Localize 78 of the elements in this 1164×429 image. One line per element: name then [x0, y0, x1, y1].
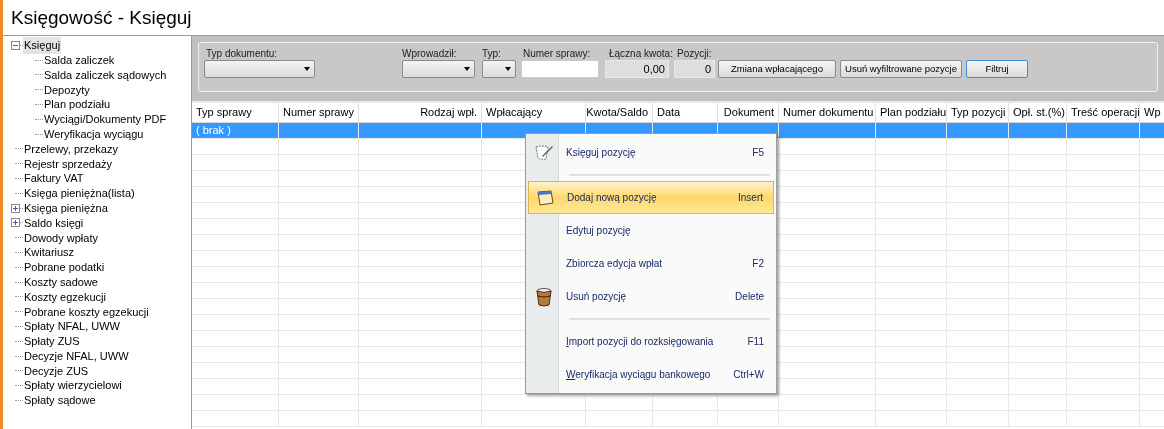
menu-item-label: Zbiorcza edycja wpłat — [566, 257, 663, 271]
menu-item-label: Księguj pozycję — [566, 146, 636, 160]
tree-item[interactable]: Księguj — [23, 37, 62, 54]
menu-item-label: Edytuj pozycję — [566, 224, 631, 238]
input-field[interactable] — [521, 60, 599, 78]
dropdown-arrow-icon — [505, 67, 511, 71]
tree-item[interactable]: Księga pieniężna — [23, 199, 109, 217]
tree-item[interactable]: Spłaty wierzycielowi — [23, 377, 123, 394]
column-header[interactable]: Rodzaj wpł. — [359, 103, 482, 122]
tree-item[interactable]: Kwitariusz — [23, 244, 76, 261]
column-header[interactable]: Numer dokumentu — [779, 103, 876, 122]
column-header[interactable]: Plan podziału — [876, 103, 947, 122]
notepad-icon — [534, 188, 555, 207]
field-label: Łączna kwota: — [609, 47, 673, 61]
menu-item[interactable]: Usuń pozycję Delete — [528, 280, 774, 313]
tree-item[interactable]: Przelewy, przekazy — [23, 140, 119, 158]
pencil-icon — [533, 143, 554, 162]
field-label: Pozycji: — [677, 47, 712, 61]
column-header[interactable]: Dokument — [718, 103, 779, 122]
tree-item[interactable]: Księga pieniężna(lista) — [23, 185, 136, 202]
menu-item[interactable]: Edytuj pozycję — [528, 214, 774, 247]
dropdown[interactable] — [204, 60, 315, 78]
menu-item-label: Weryfikacja wyciągu bankowego — [566, 368, 711, 382]
tree-item[interactable]: Spłaty sądowe — [23, 392, 97, 409]
field-label: Typ dokumentu: — [206, 47, 278, 61]
column-header[interactable]: Typ sprawy — [192, 103, 279, 122]
tree-item[interactable]: Rejestr sprzedaży — [23, 155, 114, 173]
tree-item[interactable]: Koszty egzekucji — [23, 288, 107, 306]
tree-item[interactable]: Salda zaliczek sądowych — [43, 66, 168, 84]
tree-item[interactable]: Wyciągi/Dokumenty PDF — [43, 111, 168, 128]
tree-item[interactable]: Pobrane koszty egzekucji — [23, 303, 150, 320]
menu-item[interactable]: Księguj pozycję F5 — [528, 136, 774, 169]
menu-item[interactable]: Dodaj nową pozycję Insert — [528, 181, 774, 214]
filter-button[interactable]: Filtruj — [966, 60, 1028, 78]
tree-item[interactable]: Weryfikacja wyciągu — [43, 125, 145, 143]
filter-button[interactable]: Usuń wyfiltrowane pozycje — [840, 60, 962, 78]
tree-item[interactable]: Spłaty NFAL, UWW — [23, 318, 121, 335]
menu-item[interactable]: Weryfikacja wyciągu bankowego Ctrl+W — [528, 358, 774, 391]
tree-item[interactable]: Salda zaliczek — [43, 51, 116, 69]
filter-button[interactable]: Zmiana wpłacającego — [718, 60, 836, 78]
table-cell: ( brak ) — [192, 123, 279, 138]
field-label: Numer sprawy: — [523, 47, 591, 61]
tree-item[interactable]: Faktury VAT — [23, 170, 85, 187]
tree-item[interactable]: Dowody wpłaty — [23, 229, 99, 246]
dropdown-arrow-icon — [464, 67, 470, 71]
tree-item[interactable]: Decyzje ZUS — [23, 362, 90, 380]
tree-item[interactable]: Decyzje NFAL, UWW — [23, 347, 130, 365]
menu-item-label: Usuń pozycję — [566, 290, 627, 304]
menu-item-label: Import pozycji do rozksięgowania — [566, 335, 714, 349]
tree-item[interactable]: Pobrane podatki — [23, 259, 106, 276]
tree-item[interactable]: Koszty sadowe — [23, 273, 99, 291]
expand-icon[interactable] — [11, 218, 20, 228]
tree-item[interactable]: Saldo księgi — [23, 214, 85, 232]
column-header[interactable]: Wpłacający — [482, 103, 586, 122]
column-header[interactable]: Kwota/Saldo — [586, 103, 653, 122]
dropdown[interactable] — [482, 60, 516, 78]
column-header[interactable]: Data — [653, 103, 718, 122]
expand-icon[interactable] — [11, 203, 20, 213]
column-header[interactable]: Wp — [1140, 103, 1164, 122]
bucket-icon — [534, 286, 553, 307]
column-header[interactable]: Treść operacji — [1067, 103, 1140, 122]
tree-item[interactable]: Plan podziału — [43, 96, 112, 113]
field-label: Typ: — [482, 47, 501, 61]
menu-item[interactable]: Zbiorcza edycja wpłat F2 — [528, 247, 774, 280]
window-title: Księgowość - Księguj — [11, 8, 192, 27]
menu-item[interactable]: Import pozycji do rozksięgowania F11 — [528, 325, 774, 358]
total-amount-field: 0,00 — [605, 60, 669, 78]
column-header[interactable]: Numer sprawy — [279, 103, 359, 122]
menu-item-label: Dodaj nową pozycję — [567, 191, 657, 205]
count-field: 0 — [674, 60, 715, 78]
dropdown[interactable] — [402, 60, 475, 78]
dropdown-arrow-icon — [304, 67, 310, 71]
column-header[interactable]: Typ pozycji — [947, 103, 1009, 122]
tree-item[interactable]: Spłaty ZUS — [23, 333, 81, 350]
tree-item[interactable]: Depozyty — [43, 81, 91, 99]
column-header[interactable]: Opł. st.(%) — [1009, 103, 1067, 122]
collapse-icon[interactable] — [11, 40, 20, 50]
field-label: Wprowadził: — [402, 47, 457, 61]
